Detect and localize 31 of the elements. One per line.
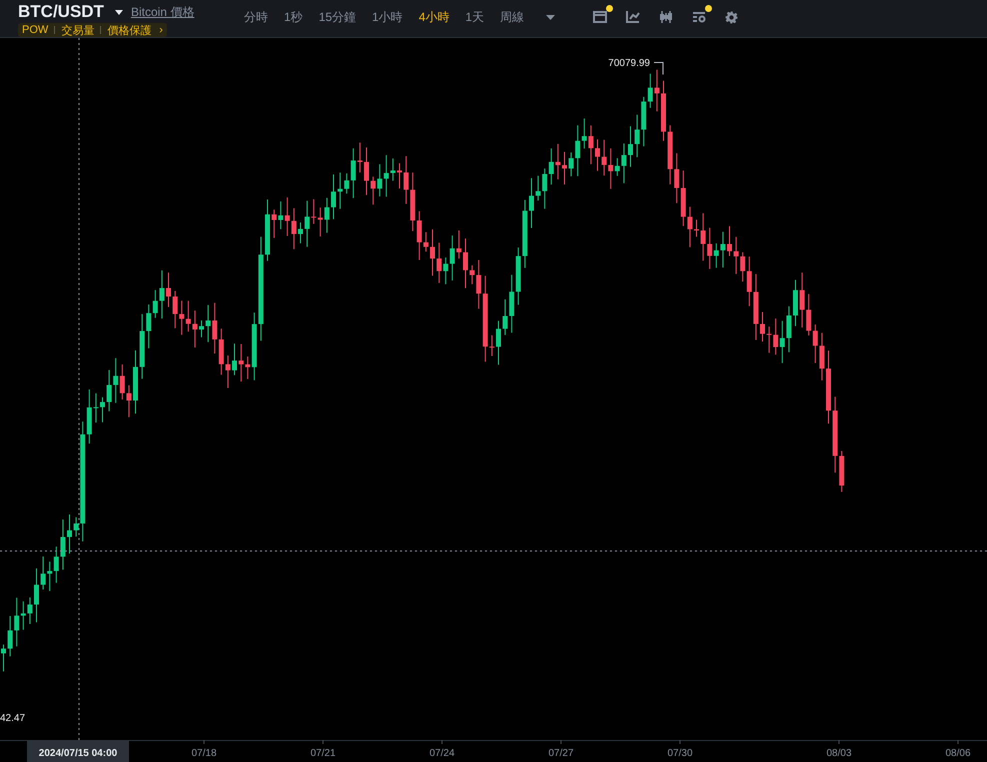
high-price-label: 70079.99: [608, 58, 650, 69]
caret-icon[interactable]: [114, 10, 123, 14]
price-link[interactable]: Bitcoin 價格: [130, 4, 194, 20]
axis-label: 07/30: [667, 748, 693, 759]
axis-label: 07/21: [310, 748, 336, 759]
axis-label: 07/27: [548, 748, 574, 759]
axis-label: 08/03: [826, 748, 852, 759]
interval-tab[interactable]: 4小時: [410, 8, 458, 26]
interval-tab[interactable]: 周線: [492, 8, 532, 26]
axis-label: 07/18: [191, 748, 217, 759]
candlestick-icon[interactable]: [659, 11, 674, 23]
calendar-icon[interactable]: [593, 11, 608, 23]
filter-list-icon[interactable]: [692, 11, 706, 23]
pair-title: BTC/USDT: [18, 2, 104, 22]
price-label: 42.47: [0, 713, 26, 724]
more-chevron[interactable]: ›: [159, 24, 163, 36]
tag[interactable]: POW: [22, 24, 48, 36]
settings-icon[interactable]: [725, 10, 738, 24]
axis-label: 08/06: [945, 748, 971, 759]
leader-line: [654, 62, 664, 75]
tag[interactable]: 價格保護: [107, 22, 152, 38]
axis-label: 07/24: [429, 748, 455, 759]
crosshair-time-label: 2024/07/15 04:00: [27, 741, 129, 762]
interval-tab[interactable]: 1小時: [364, 8, 411, 26]
interval-tab[interactable]: 1秒: [276, 8, 311, 26]
interval-tab[interactable]: 15分鐘: [310, 8, 364, 26]
chart-line-icon[interactable]: [626, 11, 640, 23]
tag[interactable]: 交易量: [61, 22, 94, 38]
interval-tab[interactable]: 1天: [457, 8, 492, 26]
dropdown-caret-icon[interactable]: [546, 14, 556, 20]
interval-tab[interactable]: 分時: [236, 8, 276, 26]
